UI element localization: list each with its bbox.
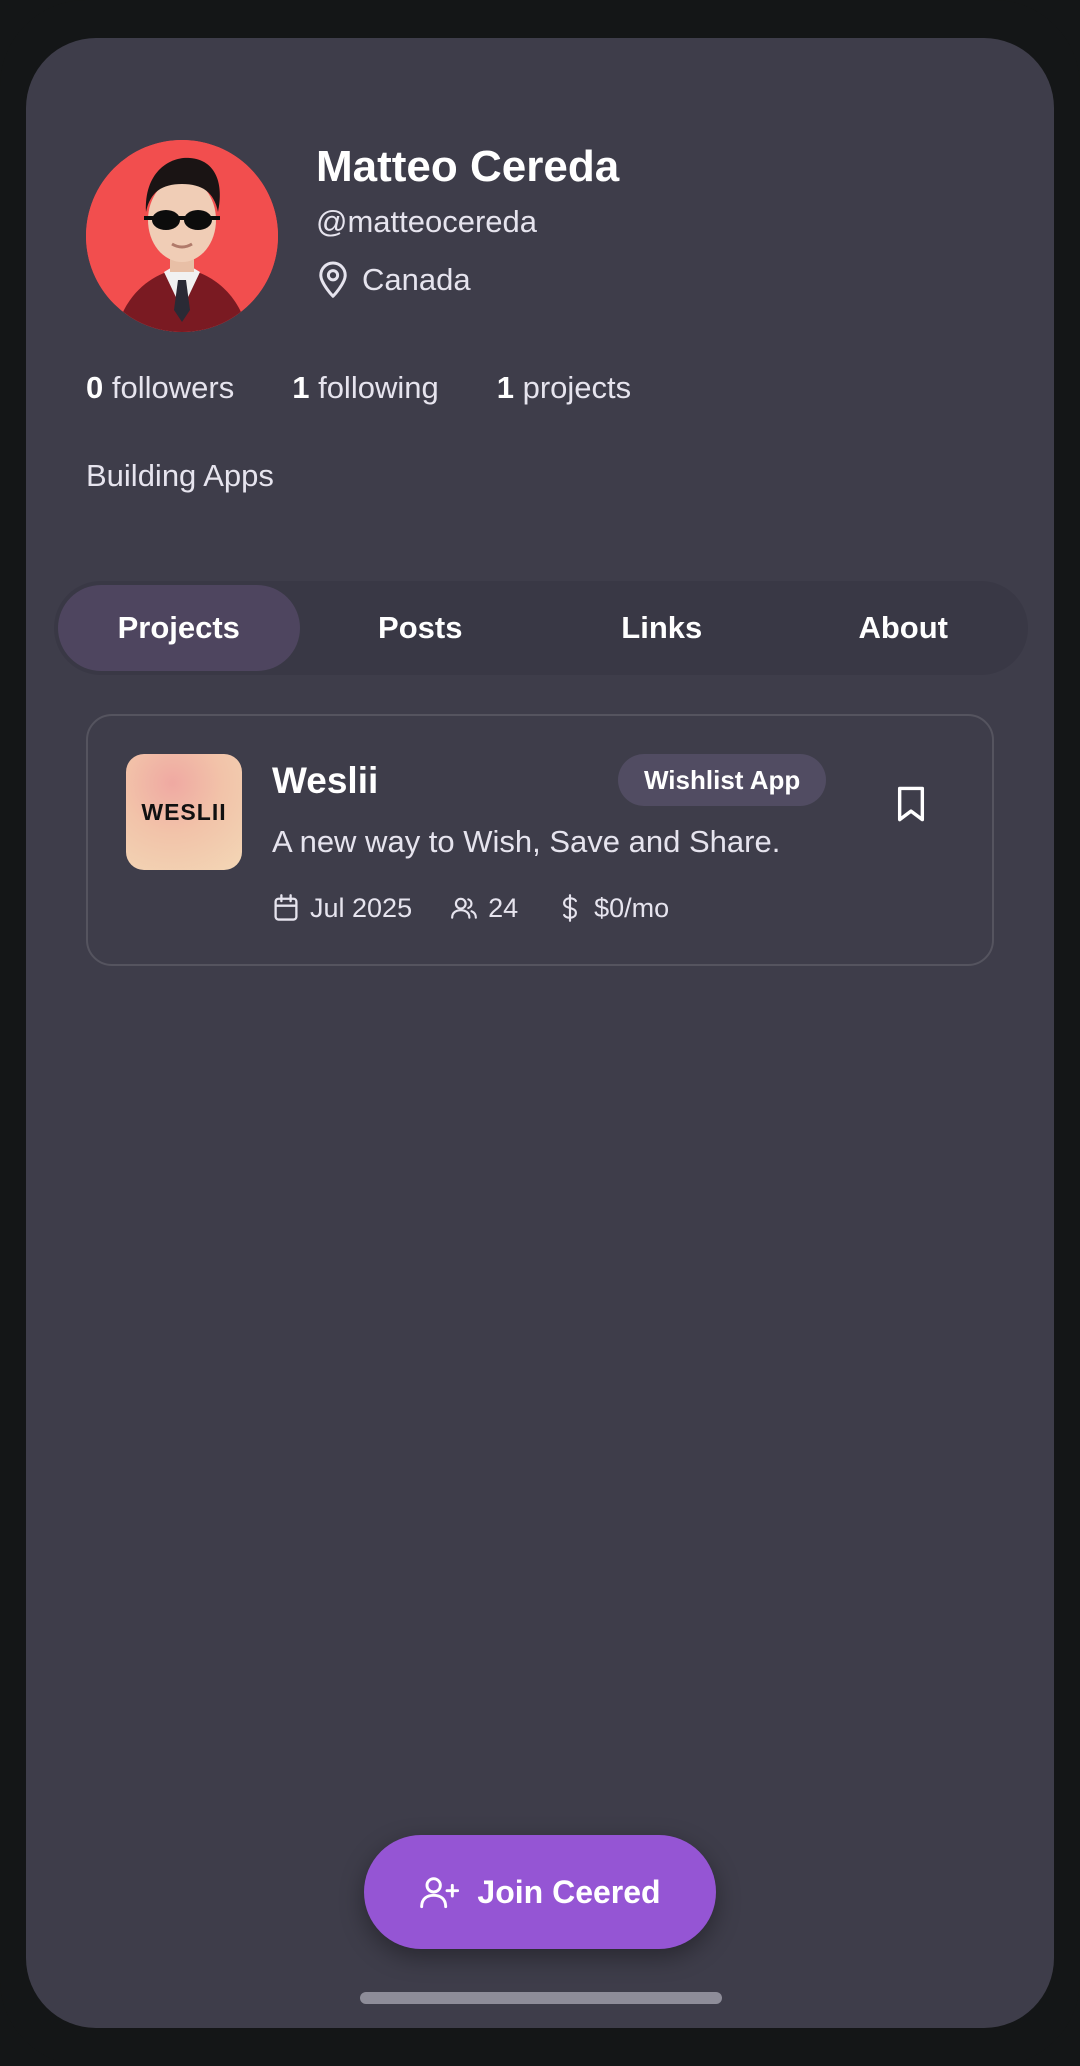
followers-count: 0 bbox=[86, 370, 104, 405]
project-meta: Jul 2025 24 $0/mo bbox=[272, 888, 669, 928]
tab-about[interactable]: About bbox=[783, 585, 1025, 671]
following-count: 1 bbox=[292, 370, 310, 405]
profile-location: Canada bbox=[316, 260, 471, 300]
stat-followers[interactable]: 0 followers bbox=[86, 370, 234, 412]
project-date: Jul 2025 bbox=[272, 893, 412, 924]
followers-label: followers bbox=[111, 370, 235, 405]
calendar-icon bbox=[274, 894, 298, 921]
user-plus-icon bbox=[420, 1877, 460, 1909]
stat-following[interactable]: 1 following bbox=[292, 370, 439, 412]
project-revenue-label: $0/mo bbox=[594, 892, 670, 923]
project-date-label: Jul 2025 bbox=[310, 892, 413, 923]
profile-name: Matteo Cereda bbox=[316, 142, 620, 191]
project-title: Weslii bbox=[272, 760, 379, 801]
app-screen: Matteo Cereda @matteocereda Canada 0 fol… bbox=[26, 38, 1054, 2028]
project-description: A new way to Wish, Save and Share. bbox=[272, 824, 781, 859]
profile-avatar[interactable] bbox=[86, 140, 278, 332]
profile-handle: @matteocereda bbox=[316, 204, 538, 239]
bookmark-icon[interactable] bbox=[894, 784, 928, 824]
users-icon bbox=[451, 897, 478, 919]
location-label: Canada bbox=[362, 262, 471, 297]
project-revenue: $0/mo bbox=[556, 893, 669, 924]
tab-posts[interactable]: Posts bbox=[300, 585, 542, 671]
project-members: 24 bbox=[450, 893, 518, 924]
project-logo: WESLII bbox=[126, 754, 242, 870]
project-members-count: 24 bbox=[488, 892, 519, 923]
dollar-icon bbox=[563, 894, 578, 922]
projects-count: 1 bbox=[496, 370, 514, 405]
project-card[interactable]: WESLII Weslii Wishlist App A new way to … bbox=[86, 714, 994, 966]
profile-bio: Building Apps bbox=[86, 458, 274, 493]
join-button-label: Join Ceered bbox=[477, 1873, 661, 1910]
project-category-badge: Wishlist App bbox=[618, 754, 827, 806]
stat-projects[interactable]: 1 projects bbox=[497, 370, 631, 412]
following-label: following bbox=[318, 370, 439, 405]
tab-links[interactable]: Links bbox=[541, 585, 783, 671]
avatar-portrait bbox=[86, 140, 278, 332]
profile-stats: 0 followers 1 following 1 projects bbox=[86, 370, 631, 412]
join-button[interactable]: Join Ceered bbox=[364, 1835, 716, 1949]
home-indicator[interactable] bbox=[360, 1992, 722, 2004]
projects-label: projects bbox=[522, 370, 632, 405]
map-pin-icon bbox=[319, 261, 347, 298]
profile-tabs: Projects Posts Links About bbox=[54, 581, 1028, 675]
tab-projects[interactable]: Projects bbox=[58, 585, 300, 671]
